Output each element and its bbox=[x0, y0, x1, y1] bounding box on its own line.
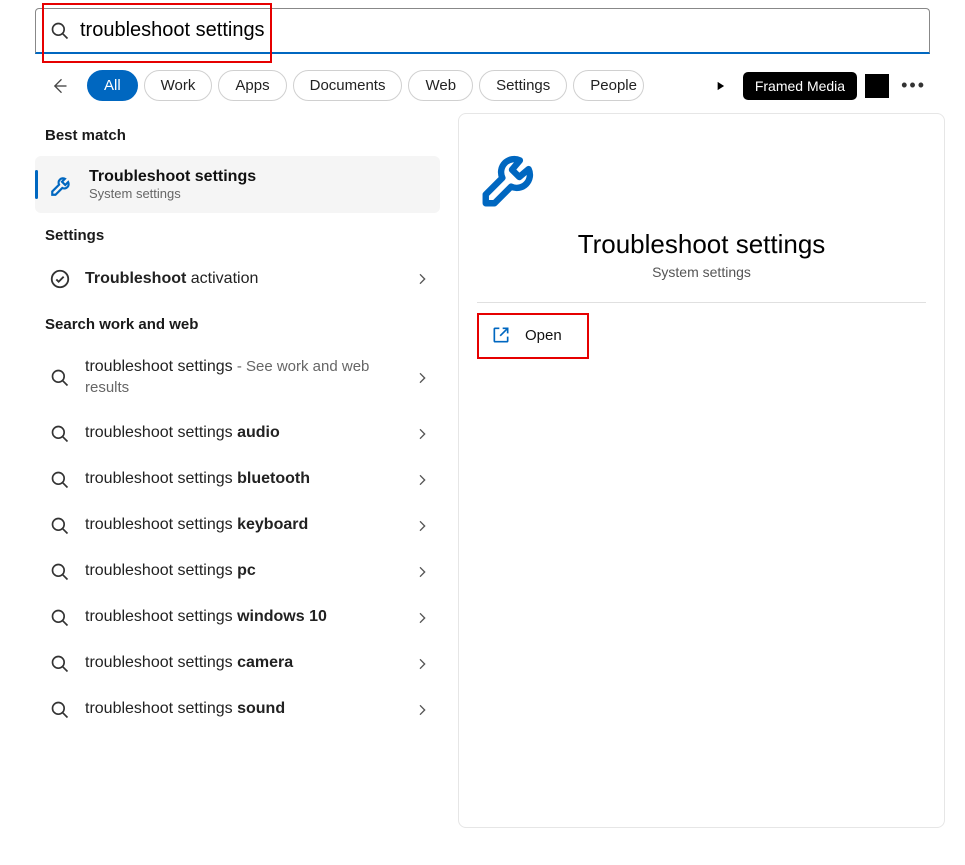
web-result-item[interactable]: troubleshoot settings windows 10 bbox=[35, 595, 440, 641]
search-icon bbox=[50, 21, 70, 41]
search-icon bbox=[49, 515, 71, 537]
chevron-right-icon bbox=[414, 610, 430, 626]
web-result-label: troubleshoot settings windows 10 bbox=[85, 607, 400, 628]
preview-subtitle: System settings bbox=[477, 264, 926, 280]
more-options[interactable]: ••• bbox=[897, 75, 930, 96]
search-icon bbox=[49, 653, 71, 675]
search-icon bbox=[49, 561, 71, 583]
chevron-right-icon bbox=[414, 426, 430, 442]
web-results-list: troubleshoot settings audio troubleshoot… bbox=[35, 411, 440, 733]
best-match-title: Troubleshoot settings bbox=[89, 168, 256, 186]
web-result-label: troubleshoot settings bluetooth bbox=[85, 469, 400, 490]
web-result-label: troubleshoot settings audio bbox=[85, 423, 400, 444]
chevron-right-icon bbox=[414, 370, 430, 386]
search-work-web-header: Search work and web bbox=[35, 302, 440, 345]
web-result-label: troubleshoot settings pc bbox=[85, 561, 400, 582]
tab-web[interactable]: Web bbox=[408, 70, 473, 101]
search-bar-container bbox=[0, 0, 965, 54]
tab-settings[interactable]: Settings bbox=[479, 70, 567, 101]
tabs-scroll: All Work Apps Documents Web Settings Peo… bbox=[87, 70, 697, 101]
back-arrow[interactable] bbox=[45, 72, 73, 100]
search-icon bbox=[49, 423, 71, 445]
web-result-item[interactable]: troubleshoot settings pc bbox=[35, 549, 440, 595]
best-match-header: Best match bbox=[35, 113, 440, 156]
tabs-scroll-right[interactable] bbox=[705, 71, 735, 101]
best-match-subtitle: System settings bbox=[89, 186, 256, 201]
web-result-item[interactable]: troubleshoot settings camera bbox=[35, 641, 440, 687]
search-icon bbox=[49, 469, 71, 491]
tab-all[interactable]: All bbox=[87, 70, 138, 101]
preview-panel: Troubleshoot settings System settings Op… bbox=[458, 113, 945, 828]
open-button[interactable]: Open bbox=[477, 315, 580, 355]
best-match-item[interactable]: Troubleshoot settings System settings bbox=[35, 156, 440, 213]
search-icon bbox=[49, 607, 71, 629]
main-content: Best match Troubleshoot settings System … bbox=[0, 113, 965, 828]
results-panel: Best match Troubleshoot settings System … bbox=[35, 113, 440, 828]
wrench-icon bbox=[477, 142, 547, 212]
web-result-label: troubleshoot settings sound bbox=[85, 699, 400, 720]
chevron-right-icon bbox=[414, 518, 430, 534]
web-result-item[interactable]: troubleshoot settings sound bbox=[35, 687, 440, 733]
settings-result-troubleshoot-activation[interactable]: Troubleshoot activation bbox=[35, 256, 440, 302]
settings-result-label: Troubleshoot activation bbox=[85, 269, 400, 290]
chevron-right-icon bbox=[414, 564, 430, 580]
tab-apps[interactable]: Apps bbox=[218, 70, 286, 101]
web-result-label: troubleshoot settings camera bbox=[85, 653, 400, 674]
web-result-item[interactable]: troubleshoot settings audio bbox=[35, 411, 440, 457]
chevron-right-icon bbox=[414, 656, 430, 672]
tab-work[interactable]: Work bbox=[144, 70, 213, 101]
divider bbox=[477, 302, 926, 303]
open-external-icon bbox=[491, 325, 511, 345]
search-bar[interactable] bbox=[35, 8, 930, 54]
chevron-right-icon bbox=[414, 271, 430, 287]
web-result-item[interactable]: troubleshoot settings keyboard bbox=[35, 503, 440, 549]
web-result-label: troubleshoot settings keyboard bbox=[85, 515, 400, 536]
preview-title: Troubleshoot settings bbox=[477, 229, 926, 260]
tab-people[interactable]: People bbox=[573, 70, 644, 101]
framed-media-pill[interactable]: Framed Media bbox=[743, 72, 857, 100]
tab-documents[interactable]: Documents bbox=[293, 70, 403, 101]
chevron-right-icon bbox=[414, 702, 430, 718]
search-input[interactable] bbox=[80, 19, 915, 42]
wrench-icon bbox=[49, 172, 75, 198]
search-icon bbox=[49, 699, 71, 721]
checkmark-circle-icon bbox=[49, 268, 71, 290]
settings-header: Settings bbox=[35, 213, 440, 256]
chevron-right-icon bbox=[414, 472, 430, 488]
web-result-main-label: troubleshoot settings - See work and web… bbox=[85, 357, 400, 399]
account-square[interactable] bbox=[865, 74, 889, 98]
web-result-main[interactable]: troubleshoot settings - See work and web… bbox=[35, 345, 440, 411]
web-result-item[interactable]: troubleshoot settings bluetooth bbox=[35, 457, 440, 503]
search-icon bbox=[49, 367, 71, 389]
filter-tabs-row: All Work Apps Documents Web Settings Peo… bbox=[0, 54, 965, 113]
best-match-text: Troubleshoot settings System settings bbox=[89, 168, 256, 201]
open-label: Open bbox=[525, 327, 562, 344]
